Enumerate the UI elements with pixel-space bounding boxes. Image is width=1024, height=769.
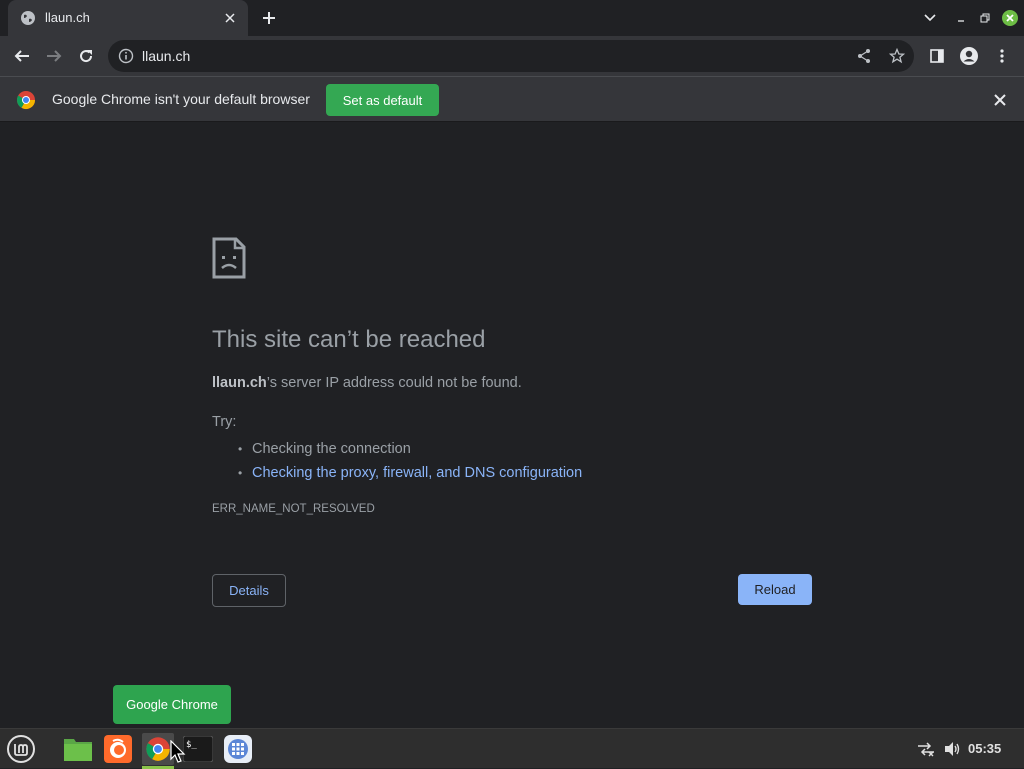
browser-tab[interactable]: llaun.ch — [8, 0, 248, 36]
terminal-icon: $_ — [183, 736, 213, 762]
chrome-logo-icon — [16, 91, 35, 110]
tab-title: llaun.ch — [45, 10, 90, 25]
details-button[interactable]: Details — [212, 574, 286, 607]
sad-document-icon — [212, 237, 246, 279]
minimize-icon[interactable] — [951, 8, 971, 28]
browser-toolbar: llaun.ch — [0, 36, 1024, 76]
files-icon — [64, 739, 92, 761]
side-panel-button[interactable] — [925, 44, 949, 68]
taskbar-terminal[interactable]: $_ — [182, 733, 214, 765]
suggestion-list: Checking the connection Checking the pro… — [238, 437, 582, 485]
clock[interactable]: 05:35 — [968, 741, 1001, 756]
side-panel-icon — [930, 49, 944, 63]
tab-strip: llaun.ch — [0, 0, 1024, 36]
back-button[interactable] — [10, 44, 34, 68]
svg-text:$_: $_ — [186, 740, 197, 750]
restore-icon[interactable] — [975, 8, 995, 28]
menu-button[interactable] — [990, 44, 1014, 68]
try-label: Try: — [212, 414, 237, 430]
error-description: llaun.ch’s server IP address could not b… — [212, 375, 522, 391]
globe-icon — [21, 11, 35, 25]
network-disconnected-icon[interactable] — [916, 739, 936, 759]
kebab-menu-icon — [1000, 49, 1004, 63]
profile-button[interactable] — [957, 44, 981, 68]
taskbar: $_ 05:35 — [0, 728, 1024, 769]
window-close-icon[interactable] — [1000, 8, 1020, 28]
tab-search-icon[interactable] — [920, 8, 940, 28]
url-text[interactable]: llaun.ch — [142, 48, 190, 64]
error-code: ERR_NAME_NOT_RESOLVED — [212, 503, 375, 515]
start-menu-button[interactable] — [5, 733, 37, 765]
default-browser-infobar: Google Chrome isn't your default browser… — [0, 76, 1024, 122]
refresh-icon — [80, 50, 93, 63]
error-domain: llaun.ch — [212, 375, 267, 391]
forward-button[interactable] — [42, 44, 66, 68]
info-icon[interactable] — [118, 48, 134, 64]
suggestion-link[interactable]: Checking the proxy, firewall, and DNS co… — [238, 461, 582, 485]
chrome-icon — [146, 737, 170, 761]
taskbar-tooltip: Google Chrome — [113, 685, 231, 724]
new-tab-button[interactable] — [258, 7, 280, 29]
error-page: This site can’t be reached llaun.ch’s se… — [0, 122, 1024, 728]
back-arrow-icon — [14, 50, 29, 62]
infobar-message: Google Chrome isn't your default browser — [52, 91, 310, 107]
linux-mint-menu-icon — [7, 735, 35, 763]
taskbar-app-grid[interactable] — [222, 733, 254, 765]
reload-toolbar-button[interactable] — [74, 44, 98, 68]
suggestion-item: Checking the connection — [238, 437, 582, 461]
forward-arrow-icon — [47, 50, 62, 62]
volume-icon[interactable] — [942, 739, 962, 759]
firefox-icon — [104, 735, 132, 763]
mouse-pointer-icon — [170, 740, 186, 763]
address-bar[interactable]: llaun.ch — [108, 40, 914, 72]
app-grid-icon — [224, 735, 252, 763]
error-description-text: ’s server IP address could not be found. — [266, 375, 522, 391]
share-icon[interactable] — [856, 48, 872, 64]
tab-close-icon[interactable] — [220, 8, 240, 28]
infobar-close-icon[interactable] — [990, 90, 1010, 110]
profile-avatar-icon — [960, 47, 978, 65]
error-heading: This site can’t be reached — [212, 326, 486, 353]
taskbar-files[interactable] — [62, 733, 94, 765]
set-as-default-button[interactable]: Set as default — [326, 84, 439, 116]
bookmark-star-icon[interactable] — [889, 48, 905, 64]
reload-button[interactable]: Reload — [738, 574, 812, 605]
taskbar-firefox[interactable] — [102, 733, 134, 765]
